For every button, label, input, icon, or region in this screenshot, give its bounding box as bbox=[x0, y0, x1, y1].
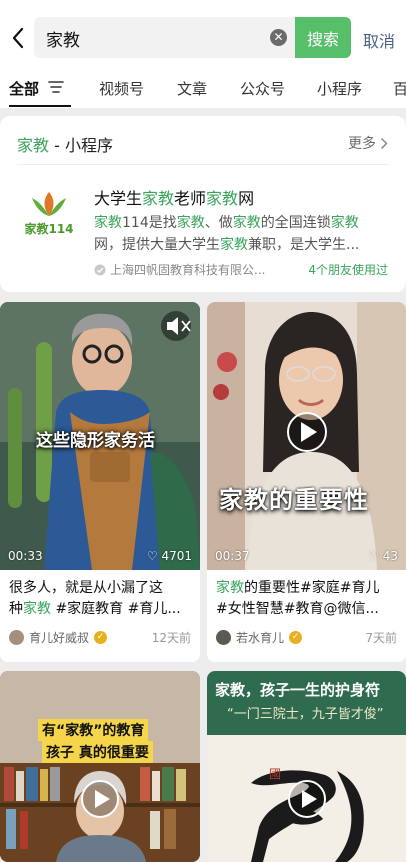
chevron-left-icon bbox=[12, 27, 24, 49]
like-count: ♡ 43 bbox=[368, 549, 398, 563]
video-time: 12天前 bbox=[151, 631, 191, 645]
video-author[interactable]: 若水育儿 ✓ bbox=[216, 629, 303, 646]
search-button[interactable]: 搜索 bbox=[295, 17, 351, 58]
mini-program-section: 家教 - 小程序 更多 家教114 大学生家教老师家教网 家教114是找家教、做… bbox=[0, 116, 406, 292]
verified-badge-icon bbox=[94, 264, 106, 275]
search-input[interactable]: 家教 ✕ bbox=[34, 17, 296, 58]
cancel-button[interactable]: 取消 bbox=[363, 28, 395, 52]
video-author[interactable]: 育儿好威叔 ✓ bbox=[9, 629, 108, 646]
video-thumbnail[interactable]: 家教的重要性 00:37 ♡ 43 bbox=[207, 302, 406, 570]
video-overlay-text: “一门三院士，九子皆才俊” bbox=[227, 707, 384, 722]
search-header: 家教 ✕ 搜索 取消 bbox=[0, 0, 406, 76]
heart-icon: ♡ bbox=[368, 549, 379, 563]
tab-articles[interactable]: 文章 bbox=[177, 78, 207, 99]
video-overlay-text: 这些隐形家务活 bbox=[36, 431, 155, 451]
video-card[interactable]: 有“家教”的教育 孩子 真的很重要 bbox=[0, 671, 200, 862]
active-tab-indicator bbox=[9, 105, 71, 107]
video-title[interactable]: 很多人，就是从小漏了这 种家教 #家庭教育 #育儿... bbox=[9, 578, 192, 620]
tab-official-accounts[interactable]: 公众号 bbox=[240, 78, 285, 99]
tab-more-truncated[interactable]: 百 bbox=[393, 78, 406, 99]
tab-channels[interactable]: 视频号 bbox=[99, 78, 144, 99]
video-card[interactable]: 家教的重要性 00:37 ♡ 43 家教的重要性#家庭#育儿 #女性智慧#教育@… bbox=[207, 302, 406, 662]
video-title[interactable]: 家教的重要性#家庭#育儿 #女性智慧#教育@微信... bbox=[216, 578, 398, 620]
friends-used-count: 4个朋友使用过 bbox=[308, 263, 388, 277]
svg-text:家教114: 家教114 bbox=[24, 221, 73, 236]
tab-mini-programs[interactable]: 小程序 bbox=[317, 78, 362, 99]
back-button[interactable] bbox=[6, 22, 30, 54]
video-overlay-text: 有“家教”的教育 bbox=[38, 719, 149, 741]
video-time: 7天前 bbox=[365, 631, 397, 645]
clear-icon[interactable]: ✕ bbox=[270, 29, 287, 46]
mini-program-description: 家教114是找家教、做家教的全国连锁家教 网，提供大量大学生家教兼职，是大学生.… bbox=[94, 215, 360, 253]
video-overlay-text: 家教，孩子一生的护身符 bbox=[215, 681, 381, 699]
more-link[interactable]: 更多 bbox=[348, 133, 388, 153]
mini-program-logo[interactable]: 家教114 bbox=[20, 186, 78, 236]
verified-icon: ✓ bbox=[94, 631, 108, 644]
video-thumbnail[interactable]: 家教，孩子一生的护身符 “一门三院士，九子皆才俊” 國 bbox=[207, 671, 406, 862]
section-title: 家教 - 小程序 bbox=[17, 136, 113, 155]
video-duration: 00:37 bbox=[215, 549, 250, 563]
video-thumbnail[interactable]: 有“家教”的教育 孩子 真的很重要 bbox=[0, 671, 200, 862]
mini-program-org: 上海四帆固教育科技有限公... bbox=[94, 261, 265, 278]
tab-all[interactable]: 全部 bbox=[9, 78, 39, 99]
video-card[interactable]: 家教，孩子一生的护身符 “一门三院士，九子皆才俊” 國 bbox=[207, 671, 406, 862]
avatar bbox=[9, 630, 24, 645]
filter-icon[interactable] bbox=[48, 80, 64, 94]
verified-icon: ✓ bbox=[289, 631, 303, 644]
video-meta: 00:37 ♡ 43 bbox=[207, 544, 406, 568]
divider bbox=[17, 164, 389, 165]
chevron-right-icon bbox=[380, 137, 388, 149]
video-overlay-text: 家教的重要性 bbox=[219, 486, 369, 514]
heart-icon: ♡ bbox=[146, 549, 158, 563]
stamp-character: 國 bbox=[269, 767, 282, 781]
video-duration: 00:33 bbox=[8, 549, 43, 563]
mini-program-name[interactable]: 大学生家教老师家教网 bbox=[94, 185, 254, 209]
video-card[interactable]: 这些隐形家务活 00:33 ♡ 4701 很多人，就是从小漏了这 种家教 #家庭… bbox=[0, 302, 200, 662]
avatar bbox=[216, 630, 231, 645]
video-thumbnail[interactable]: 这些隐形家务活 00:33 ♡ 4701 bbox=[0, 302, 200, 570]
like-count: ♡ 4701 bbox=[146, 549, 192, 563]
category-tabs: 全部 视频号 文章 公众号 小程序 百 bbox=[0, 70, 406, 108]
video-overlay-text: 孩子 真的很重要 bbox=[42, 741, 153, 763]
video-meta: 00:33 ♡ 4701 bbox=[0, 544, 200, 568]
search-query-text: 家教 bbox=[46, 31, 80, 51]
